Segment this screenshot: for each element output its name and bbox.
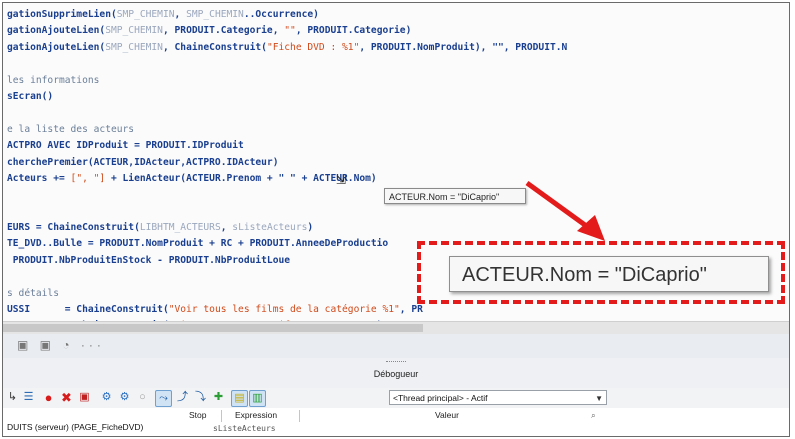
code-token: , PRODUIT.Categorie, xyxy=(162,25,285,37)
column-divider[interactable] xyxy=(299,410,300,422)
scrollbar-thumb[interactable] xyxy=(3,324,423,332)
code-line[interactable] xyxy=(7,105,567,121)
code-token: , PR xyxy=(399,304,423,316)
code-token: TE_DVD..Bulle = PRODUIT.NomProduit + RC … xyxy=(7,238,389,250)
code-line[interactable] xyxy=(7,56,567,72)
code-token: SMP_CHEMIN xyxy=(105,25,163,37)
code-line[interactable]: gationAjouteLien(SMP_CHEMIN, PRODUIT.Cat… xyxy=(7,23,567,39)
code-line[interactable]: gationSupprimeLien(SMP_CHEMIN, SMP_CHEMI… xyxy=(7,7,567,23)
code-token: LIBHTM_ACTEURS xyxy=(139,222,221,234)
run-icon[interactable]: ⚙ xyxy=(99,390,114,405)
code-token: gationAjouteLien( xyxy=(7,25,106,37)
step-into-icon[interactable]: ⚙ xyxy=(117,390,132,405)
code-token: USSI = ChaineConstruit( xyxy=(7,304,169,316)
code-token: ) xyxy=(307,222,314,234)
chevron-down-icon: ▼ xyxy=(595,394,603,403)
code-line[interactable]: ACTPRO AVEC IDProduit = PRODUIT.IDProdui… xyxy=(7,138,567,154)
code-line[interactable]: sEcran() xyxy=(7,89,567,105)
code-line[interactable]: EURS = ChaineConstruit(LIBHTM_ACTEURS, s… xyxy=(7,220,567,236)
code-token: Acteurs += xyxy=(7,172,71,184)
go-icon[interactable]: ✚ xyxy=(211,390,226,405)
red-arrow-icon xyxy=(525,180,605,241)
step-icon[interactable]: ↳ xyxy=(5,390,20,405)
project-label: DUITS (serveur) (PAGE_FicheDVD) xyxy=(7,422,144,432)
column-divider[interactable] xyxy=(221,410,222,422)
code-token: , xyxy=(220,222,233,234)
code-line[interactable]: gationAjouteLien(SMP_CHEMIN, ChaineConst… xyxy=(7,40,567,56)
screenshot-frame: gationSupprimeLien(SMP_CHEMIN, SMP_CHEMI… xyxy=(2,2,790,437)
watch-icon[interactable]: ▤ xyxy=(231,390,248,407)
code-comment: les informations xyxy=(7,74,100,86)
code-token: sEcran() xyxy=(7,90,54,102)
code-token: SMP_CHEMIN xyxy=(105,41,163,53)
remove-breakpoint-icon[interactable]: ✖ xyxy=(59,390,74,405)
code-token: EURS = ChaineConstruit( xyxy=(7,222,140,234)
debugger-body: Stop Expression Valeur ⌕ DUITS (serveur)… xyxy=(3,408,789,436)
thread-select[interactable]: <Thread principal> - Actif ▼ xyxy=(389,390,607,405)
code-token: sListeActeurs xyxy=(232,222,308,234)
mouse-cursor-icon: ⇲ xyxy=(336,173,347,187)
debugger-pane-header: Débogueur xyxy=(3,358,789,388)
code-token: , ChaineConstruit( xyxy=(162,41,267,53)
status-icons[interactable]: ▣ ▣ ◔ ··· xyxy=(17,338,105,352)
code-line[interactable] xyxy=(7,204,567,220)
code-line[interactable]: USSI = ChaineConstruit("Voir tous les fi… xyxy=(7,302,567,318)
stop-icon[interactable]: ○ xyxy=(135,390,150,405)
column-value[interactable]: Valeur xyxy=(435,408,459,422)
code-token: ..Occurrence) xyxy=(243,9,319,20)
zoom-highlight-box: ACTEUR.Nom = "DiCaprio" xyxy=(417,241,785,304)
code-token: , xyxy=(174,9,187,20)
code-token: ACTPRO AVEC IDProduit = PRODUIT.IDProdui… xyxy=(7,140,244,152)
code-token: SMP_CHEMIN xyxy=(116,9,175,20)
horizontal-scrollbar[interactable] xyxy=(3,321,789,335)
code-line[interactable]: les informations xyxy=(7,73,567,89)
code-token: SMP_CHEMIN xyxy=(186,9,244,20)
code-string: "Voir tous les films de la catégorie %1" xyxy=(168,304,400,316)
code-token: gationAjouteLien( xyxy=(7,41,106,53)
resize-grip[interactable] xyxy=(386,361,406,364)
code-token: gationSupprimeLien( xyxy=(7,9,117,20)
code-string: "" xyxy=(284,25,296,37)
step-over-icon[interactable]: ⤳ xyxy=(155,390,172,407)
search-icon[interactable]: ⌕ xyxy=(591,408,596,422)
code-token: , PRODUIT.NomProduit), "", PRODUIT.N xyxy=(359,41,568,53)
debugger-title: Débogueur xyxy=(373,369,419,379)
variable-tooltip: ACTEUR.Nom = "DiCaprio" xyxy=(384,188,526,204)
code-token: , PRODUIT.Categorie) xyxy=(295,25,412,37)
code-token: PRODUIT.NbProduitEnStock - PRODUIT.NbPro… xyxy=(7,254,291,266)
step-out-icon[interactable]: ⤴ xyxy=(175,390,190,405)
code-string: [", "] xyxy=(70,172,106,184)
editor-status-bar: ▣ ▣ ◔ ··· xyxy=(3,334,789,359)
column-expression[interactable]: Expression xyxy=(235,408,277,422)
code-line[interactable]: cherchePremier(ACTEUR,IDActeur,ACTPRO.ID… xyxy=(7,155,567,171)
breakpoint-icon[interactable]: ● xyxy=(41,390,56,405)
column-stop[interactable]: Stop xyxy=(189,408,207,422)
code-comment: e la liste des acteurs xyxy=(7,123,135,135)
thread-select-value: <Thread principal> - Actif xyxy=(393,393,488,403)
zoomed-tooltip: ACTEUR.Nom = "DiCaprio" xyxy=(449,256,769,292)
continue-icon[interactable]: ⤵ xyxy=(193,390,208,405)
chart-icon[interactable]: ▥ xyxy=(249,390,266,407)
window-icon[interactable]: ▣ xyxy=(77,390,92,405)
code-line[interactable]: e la liste des acteurs xyxy=(7,122,567,138)
code-string: "Fiche DVD : %1" xyxy=(266,41,360,53)
debugger-toolbar: ↳ ☰ ● ✖ ▣ ⚙ ⚙ ○ ⤳ ⤴ ⤵ ✚ ▤ ▥ <Thread prin… xyxy=(3,388,789,408)
code-line[interactable]: Acteurs += [", "] + LienActeur(ACTEUR.Pr… xyxy=(7,171,567,187)
code-token: cherchePremier(ACTEUR,IDActeur,ACTPRO.ID… xyxy=(7,156,279,168)
code-comment: s détails xyxy=(7,287,59,299)
list-icon[interactable]: ☰ xyxy=(21,390,36,405)
watch-variable: sListeActeurs xyxy=(213,424,276,433)
